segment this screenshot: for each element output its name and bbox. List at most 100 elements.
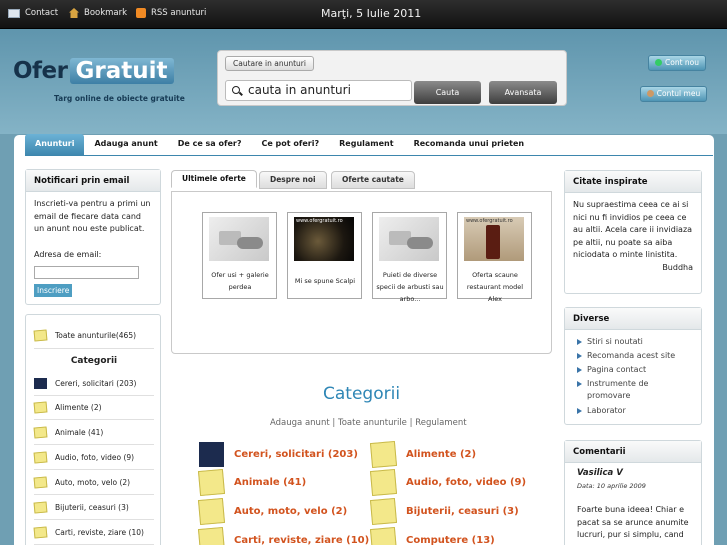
nav-regulament[interactable]: Regulament [329, 134, 403, 156]
site-logo[interactable]: Ofer Gratuit [13, 58, 174, 84]
tab-oferte-cautate[interactable]: Oferte cautate [331, 171, 415, 189]
offer-title: Oferta scaune restaurant model Alex [466, 271, 524, 303]
user-add-icon [655, 59, 662, 66]
rules-link[interactable]: Regulament [415, 418, 466, 428]
nav-ce-pot-oferi[interactable]: Ce pot oferi? [251, 134, 329, 156]
quote-box: Citate inspirate Nu supraestima ceea ce … [564, 170, 702, 294]
top-bar: Contact Bookmark RSS anunturi Marţi, 5 I… [0, 0, 727, 29]
offer-card[interactable]: Ofer usi + galerie perdea [202, 212, 277, 299]
note-icon [369, 526, 398, 545]
new-account-button[interactable]: Cont nou [648, 55, 706, 71]
category-bijuterii[interactable]: Bijuterii, ceasuri (3) [369, 497, 519, 526]
nav-de-ce-sa-ofer[interactable]: De ce sa ofer? [168, 134, 252, 156]
arrow-icon [577, 367, 582, 373]
comment-text: Foarte buna ideea! Chiar e pacat sa se a… [577, 505, 689, 539]
note-icon [33, 526, 48, 539]
arrow-icon [577, 408, 582, 414]
offer-image: www.ofergratuit.ro [464, 217, 524, 261]
mail-icon [8, 8, 20, 18]
sidebar-cat-auto[interactable]: Auto, moto, velo (2) [33, 471, 154, 495]
email-label: Adresa de email: [34, 250, 102, 259]
note-icon [33, 476, 48, 489]
sidebar-cat-animale[interactable]: Animale (41) [33, 421, 154, 445]
misc-link-contact[interactable]: Pagina contact [577, 364, 695, 376]
note-icon [369, 468, 398, 497]
all-listings-link[interactable]: Toate anunturile [338, 418, 407, 428]
note-icon [197, 468, 226, 497]
my-account-button[interactable]: Contul meu [640, 86, 707, 102]
misc-link-stiri[interactable]: Stiri si noutati [577, 336, 695, 348]
misc-box: Diverse Stiri si noutati Recomanda acest… [564, 307, 702, 425]
category-sidebar: Toate anunturile(465) Categorii Cereri, … [25, 314, 161, 545]
search-tab[interactable]: Cautare in anunturi [225, 56, 314, 71]
home-icon [69, 8, 79, 18]
offer-image [209, 217, 269, 261]
subscribe-button[interactable]: Inscriere [34, 284, 73, 297]
category-links: Adauga anunt | Toate anunturile | Regula… [270, 418, 467, 428]
sidebar-cat-alimente[interactable]: Alimente (2) [33, 396, 154, 420]
arrow-icon [577, 353, 582, 359]
notify-text: Inscrieti-va pentru a primi un email de … [34, 199, 151, 233]
category-computere[interactable]: Computere (13) [369, 526, 495, 545]
misc-link-instrumente[interactable]: Instrumente de promovare [577, 378, 659, 402]
misc-link-laborator[interactable]: Laborator [577, 405, 695, 417]
tab-despre-noi[interactable]: Despre noi [259, 171, 327, 189]
search-input[interactable]: cauta in anunturi [225, 80, 412, 101]
sidebar-categories-title: Categorii [34, 348, 154, 366]
bookmark-link[interactable]: Bookmark [69, 8, 127, 18]
tab-ultimele-oferte[interactable]: Ultimele oferte [171, 170, 257, 188]
misc-title: Diverse [565, 308, 701, 330]
categories-title: Categorii [323, 384, 401, 404]
quote-title: Citate inspirate [565, 171, 701, 193]
offer-card[interactable]: www.ofergratuit.ro Mi se spune Scalpi [287, 212, 362, 299]
misc-link-recomanda[interactable]: Recomanda acest site [577, 350, 695, 362]
nav-adauga-anunt[interactable]: Adauga anunt [84, 134, 167, 156]
notify-box: Notificari prin email Inscrieti-va pentr… [25, 169, 161, 305]
search-input-value: cauta in anunturi [248, 83, 351, 97]
add-listing-link[interactable]: Adauga anunt [270, 418, 330, 428]
category-animale[interactable]: Animale (41) [197, 468, 306, 497]
rss-link[interactable]: RSS anunturi [136, 8, 206, 18]
comments-title: Comentarii [565, 441, 701, 463]
category-auto[interactable]: Auto, moto, velo (2) [197, 497, 347, 526]
nav-anunturi[interactable]: Anunturi [25, 134, 85, 156]
note-icon [33, 451, 48, 464]
offer-title: Ofer usi + galerie perdea [211, 271, 269, 291]
main-nav: Anunturi Adauga anunt De ce sa ofer? Ce … [25, 134, 534, 156]
comment-date: Data: 10 aprilie 2009 [577, 482, 646, 490]
category-cereri[interactable]: Cereri, solicitari (203) [199, 442, 358, 467]
current-date: Marţi, 5 Iulie 2011 [321, 7, 422, 20]
logo-text-gratuit: Gratuit [69, 58, 174, 84]
sidebar-cat-carti[interactable]: Carti, reviste, ziare (10) [33, 521, 154, 545]
category-alimente[interactable]: Alimente (2) [369, 440, 476, 469]
offer-title: Mi se spune Scalpi [294, 277, 356, 285]
email-field[interactable] [34, 266, 139, 279]
category-audio[interactable]: Audio, foto, video (9) [369, 468, 526, 497]
sidebar-cat-cereri[interactable]: Cereri, solicitari (203) [34, 372, 154, 396]
offer-image: www.ofergratuit.ro [294, 217, 354, 261]
person-icon [199, 442, 224, 467]
offer-card[interactable]: www.ofergratuit.ro Oferta scaune restaur… [457, 212, 532, 303]
contact-link[interactable]: Contact [8, 8, 58, 18]
sidebar-cat-audio[interactable]: Audio, foto, video (9) [33, 446, 154, 470]
quote-text: Nu supraestima ceea ce ai si nici nu fi … [573, 200, 693, 259]
category-carti[interactable]: Carti, reviste, ziare (10) [197, 526, 369, 545]
offer-title: Puieti de diverse specii de arbusti sau … [376, 271, 444, 303]
note-icon [369, 440, 398, 469]
notify-title: Notificari prin email [26, 170, 160, 192]
user-icon [646, 90, 654, 97]
all-listings-link[interactable]: Toate anunturile(465) [33, 323, 154, 347]
note-icon [197, 497, 226, 526]
note-icon [33, 401, 48, 414]
logo-text-ofer: Ofer [13, 58, 68, 84]
search-box: Cautare in anunturi cauta in anunturi Ca… [217, 50, 567, 106]
nav-recomanda[interactable]: Recomanda unui prieten [404, 134, 535, 156]
search-icon [232, 86, 240, 94]
person-icon [34, 378, 47, 389]
rss-icon [136, 8, 146, 18]
note-icon [33, 501, 48, 514]
sidebar-cat-bijuterii[interactable]: Bijuterii, ceasuri (3) [33, 496, 154, 520]
offer-card[interactable]: Puieti de diverse specii de arbusti sau … [372, 212, 447, 303]
advanced-search-button[interactable]: Avansata [489, 81, 557, 104]
search-button[interactable]: Cauta [414, 81, 481, 104]
